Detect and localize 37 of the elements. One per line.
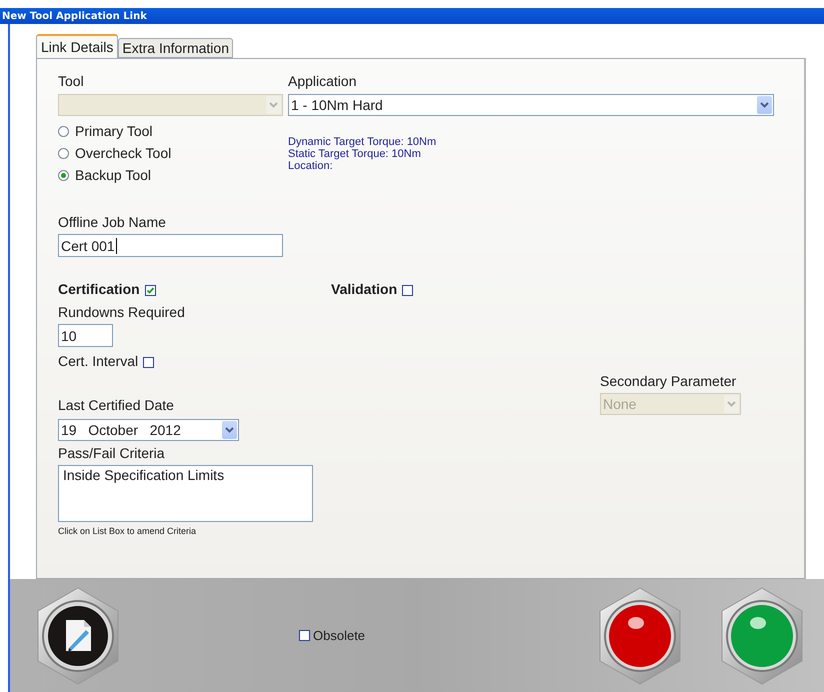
checkbox[interactable] — [144, 284, 156, 296]
criteria-list-box[interactable]: Inside Specification Limits — [58, 465, 313, 522]
window-title: New Tool Application Link — [2, 10, 147, 22]
hint-text: Click on List Box to amend Criteria — [58, 526, 198, 536]
dropdown-value: 1 - 10Nm Hard — [291, 97, 383, 113]
radio-button[interactable] — [58, 170, 69, 180]
application-dropdown[interactable]: 1 - 10Nm Hard — [288, 94, 774, 116]
tab[interactable]: Extra Information — [118, 38, 233, 58]
field-label: Cert. Interval — [58, 353, 138, 369]
checkbox[interactable] — [402, 284, 414, 296]
radio-label: Backup Tool — [75, 166, 152, 184]
section-label: Validation — [331, 281, 398, 297]
checkbox-label: Obsolete — [313, 627, 366, 644]
field-label: Offline Job Name — [58, 214, 167, 231]
field-label: Secondary Parameter — [600, 373, 738, 390]
radio-button[interactable] — [58, 148, 69, 158]
radio-label: Overcheck Tool — [75, 144, 172, 162]
radio-label: Primary Tool — [75, 122, 153, 140]
field-label: Last Certified Date — [58, 397, 175, 414]
field-label: Tool — [58, 73, 85, 90]
list-item[interactable]: Inside Specification Limits — [63, 467, 224, 483]
field-label: Pass/Fail Criteria — [58, 445, 166, 462]
date-value: 19 October 2012 — [61, 422, 181, 438]
field-label: Application — [288, 73, 358, 90]
tab[interactable]: Link Details — [36, 34, 118, 58]
date-picker[interactable]: 19 October 2012 — [58, 419, 239, 441]
radio-button[interactable] — [58, 126, 69, 136]
checkbox[interactable] — [143, 356, 154, 368]
info-text: Dynamic Target Torque: 10Nm — [288, 136, 438, 148]
checkbox[interactable] — [299, 630, 310, 641]
info-text: Location: — [288, 160, 334, 172]
section-label: Certification — [58, 281, 140, 297]
dropdown-value: None — [603, 396, 636, 412]
input-field[interactable]: 10 — [58, 324, 113, 347]
input-field[interactable]: Cert 001 — [58, 234, 283, 257]
field-label: Rundowns Required — [58, 304, 186, 321]
info-text: Static Target Torque: 10Nm — [288, 148, 422, 160]
